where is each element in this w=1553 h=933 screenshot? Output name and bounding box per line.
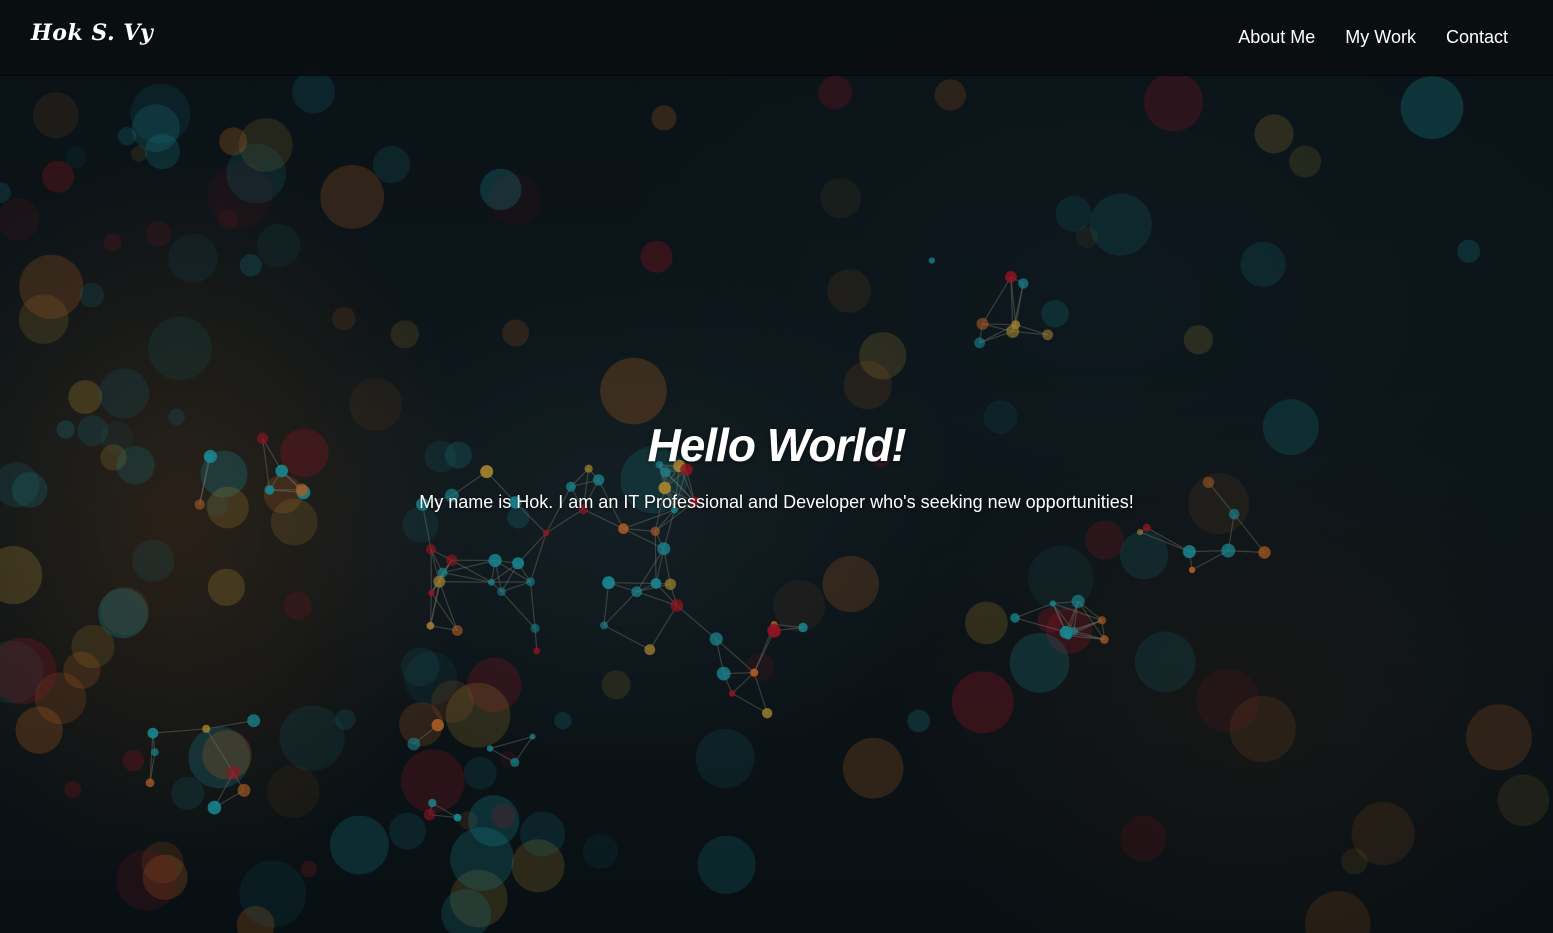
nav-contact-link[interactable]: Contact — [1446, 27, 1508, 48]
nav-my-work-link[interactable]: My Work — [1345, 27, 1416, 48]
hero-section: Hello World! My name is Hok. I am an IT … — [0, 418, 1553, 513]
page: Hok S. Vy About Me My Work Contact Hello… — [0, 0, 1553, 933]
nav-about-me-link[interactable]: About Me — [1238, 27, 1315, 48]
hero-subtitle: My name is Hok. I am an IT Professional … — [419, 492, 1134, 512]
brand-logo[interactable]: Hok S. Vy — [31, 20, 153, 46]
hero-title: Hello World! — [647, 419, 906, 471]
navbar: Hok S. Vy About Me My Work Contact — [0, 0, 1553, 76]
nav-links: About Me My Work Contact — [1238, 27, 1508, 48]
